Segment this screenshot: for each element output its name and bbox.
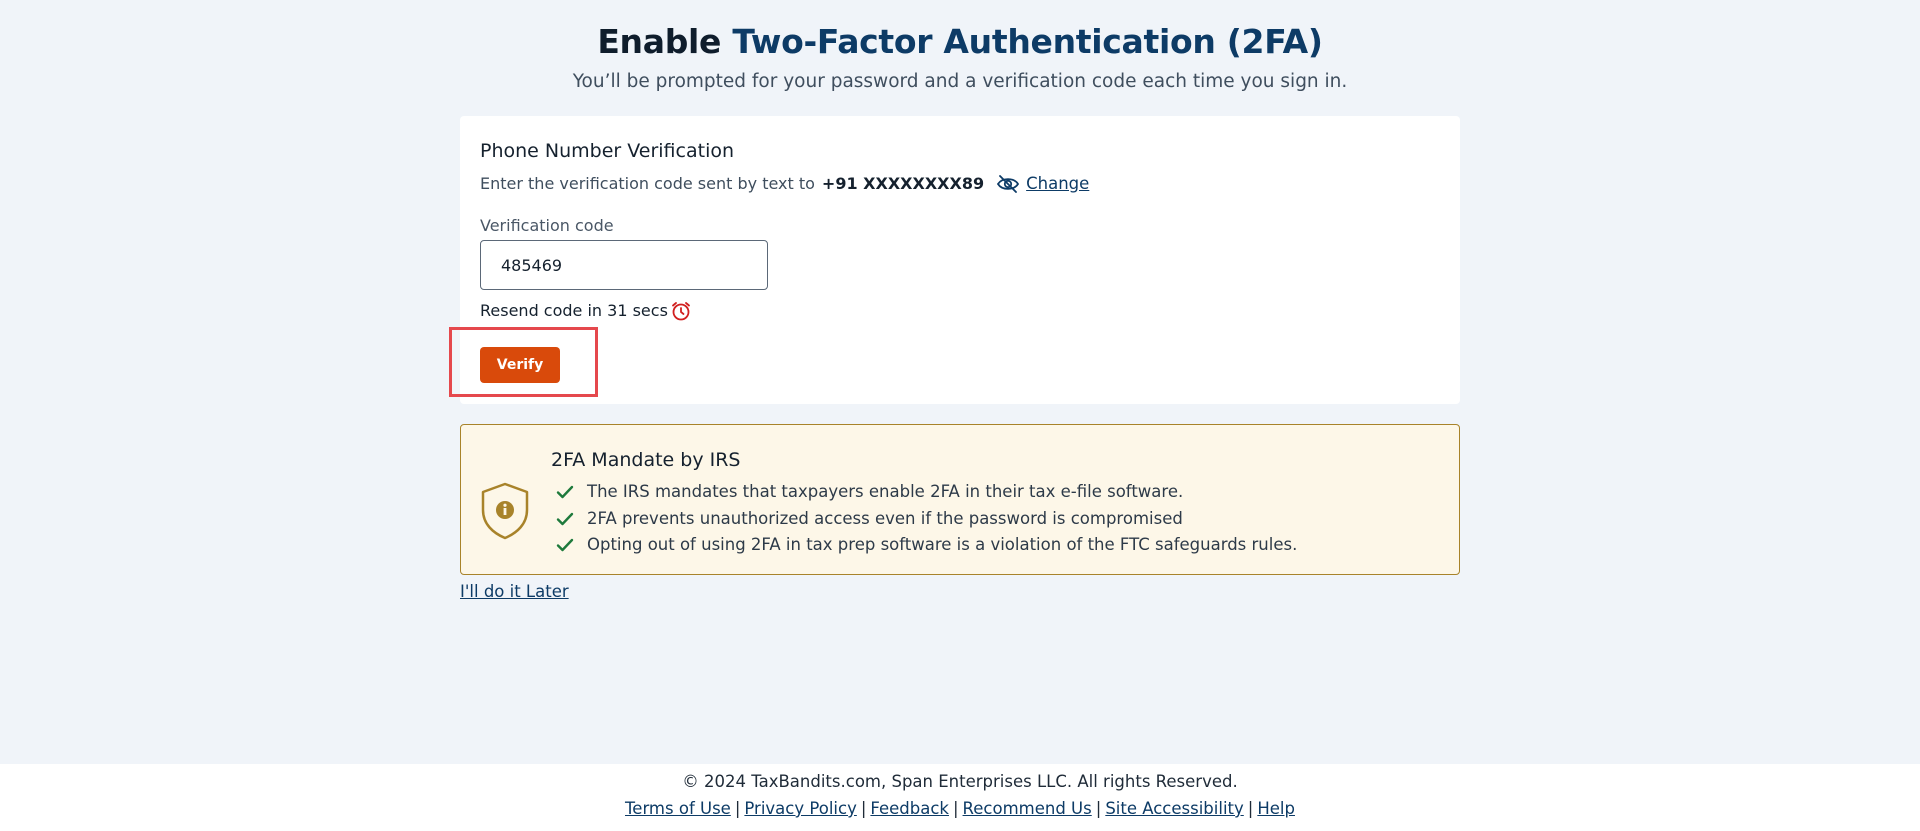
recommend-us-link[interactable]: Recommend Us [963,799,1092,818]
page-title: Enable Two-Factor Authentication (2FA) [0,22,1920,62]
footer-separator: | [952,799,959,818]
footer-separator: | [1247,799,1254,818]
mandate-item-text: Opting out of using 2FA in tax prep soft… [587,535,1298,554]
list-item: The IRS mandates that taxpayers enable 2… [551,479,1297,506]
copyright-text: © 2024 TaxBandits.com, Span Enterprises … [682,772,1238,791]
list-item: 2FA prevents unauthorized access even if… [551,506,1297,533]
alarm-clock-icon [670,300,692,322]
eye-slash-icon[interactable] [996,174,1020,194]
verification-code-input[interactable] [480,240,768,290]
footer-separator: | [1095,799,1102,818]
page-subtitle: You’ll be prompted for your password and… [572,71,1348,92]
phone-verification-title: Phone Number Verification [480,140,735,162]
masked-phone-number: +91 XXXXXXXX89 [821,174,985,193]
irs-mandate-notice: 2FA Mandate by IRS The IRS mandates that… [460,424,1460,575]
footer-separator: | [860,799,867,818]
check-icon [555,537,575,553]
page-header: Enable Two-Factor Authentication (2FA) Y… [0,0,1920,94]
mandate-body: 2FA Mandate by IRS The IRS mandates that… [551,449,1297,559]
site-accessibility-link[interactable]: Site Accessibility [1105,799,1243,818]
mandate-item-text: The IRS mandates that taxpayers enable 2… [587,482,1184,501]
do-it-later-link[interactable]: I'll do it Later [460,582,569,601]
shield-info-icon [479,481,531,541]
terms-of-use-link[interactable]: Terms of Use [625,799,731,818]
list-item: Opting out of using 2FA in tax prep soft… [551,532,1297,559]
check-icon [555,484,575,500]
privacy-policy-link[interactable]: Privacy Policy [744,799,856,818]
footer-links: Terms of Use | Privacy Policy | Feedback | Rec… [0,799,1920,819]
change-phone-link[interactable]: Change [1026,174,1089,194]
resend-timer: Resend code in 31 secs [480,300,1440,322]
page-title-2fa: Two-Factor Authentication (2FA) [732,22,1323,61]
help-link[interactable]: Help [1257,799,1295,818]
verification-code-label: Verification code [480,216,614,235]
footer-separator: | [734,799,741,818]
feedback-link[interactable]: Feedback [870,799,949,818]
page-title-enable: Enable [597,22,722,61]
verify-button[interactable]: Verify [480,347,560,383]
phone-verification-card: Phone Number Verification Enter the veri… [460,116,1460,404]
page-footer: © 2024 TaxBandits.com, Span Enterprises … [0,764,1920,831]
verification-instruction-row: Enter the verification code sent by text… [480,174,1440,194]
mandate-title: 2FA Mandate by IRS [551,449,741,471]
mandate-item-text: 2FA prevents unauthorized access even if… [587,508,1183,528]
check-icon [555,511,575,527]
verification-instruction: Enter the verification code sent by text… [480,174,815,193]
resend-text: Resend code in 31 secs [480,301,668,320]
mandate-list: The IRS mandates that taxpayers enable 2… [551,479,1297,559]
